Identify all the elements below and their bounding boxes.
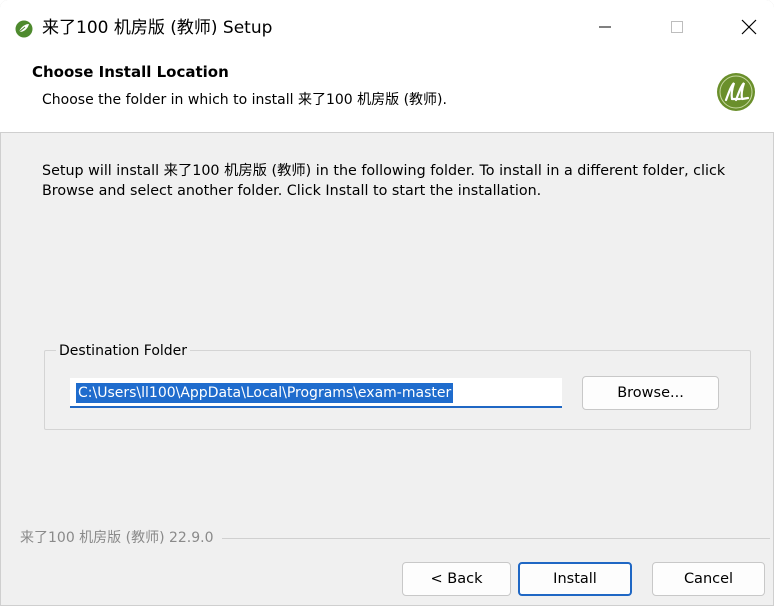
page-subtitle: Choose the folder in which to install 来了… [42, 92, 447, 108]
close-icon [741, 19, 757, 35]
destination-label: Destination Folder [56, 342, 191, 360]
maximize-icon [671, 21, 683, 33]
close-button[interactable] [714, 0, 774, 54]
minimize-button[interactable] [570, 0, 640, 54]
window-title: 来了100 机房版 (教师) Setup [42, 18, 273, 38]
version-label: 来了100 机房版 (教师) 22.9.0 [20, 528, 222, 548]
leaf-app-icon [15, 20, 33, 38]
maximize-button[interactable] [642, 0, 712, 54]
title-bar[interactable]: 来了100 机房版 (教师) Setup [0, 0, 774, 54]
page-title: Choose Install Location [32, 63, 229, 81]
back-button[interactable]: < Back [402, 562, 511, 596]
installer-window: 来了100 机房版 (教师) Setup Choose Install Loca… [0, 0, 774, 606]
ll-logo-icon [717, 73, 755, 111]
install-description: Setup will install 来了100 机房版 (教师) in the… [42, 163, 726, 199]
browse-button[interactable]: Browse... [582, 376, 719, 410]
version-divider: 来了100 机房版 (教师) 22.9.0 [20, 528, 770, 548]
cancel-button[interactable]: Cancel [652, 562, 765, 596]
page-header: Choose Install Location Choose the folde… [0, 54, 774, 133]
destination-path-input[interactable]: C:\Users\ll100\AppData\Local\Programs\ex… [70, 378, 562, 408]
minimize-icon [599, 26, 611, 28]
destination-path-text: C:\Users\ll100\AppData\Local\Programs\ex… [76, 383, 454, 403]
install-button[interactable]: Install [518, 562, 632, 596]
